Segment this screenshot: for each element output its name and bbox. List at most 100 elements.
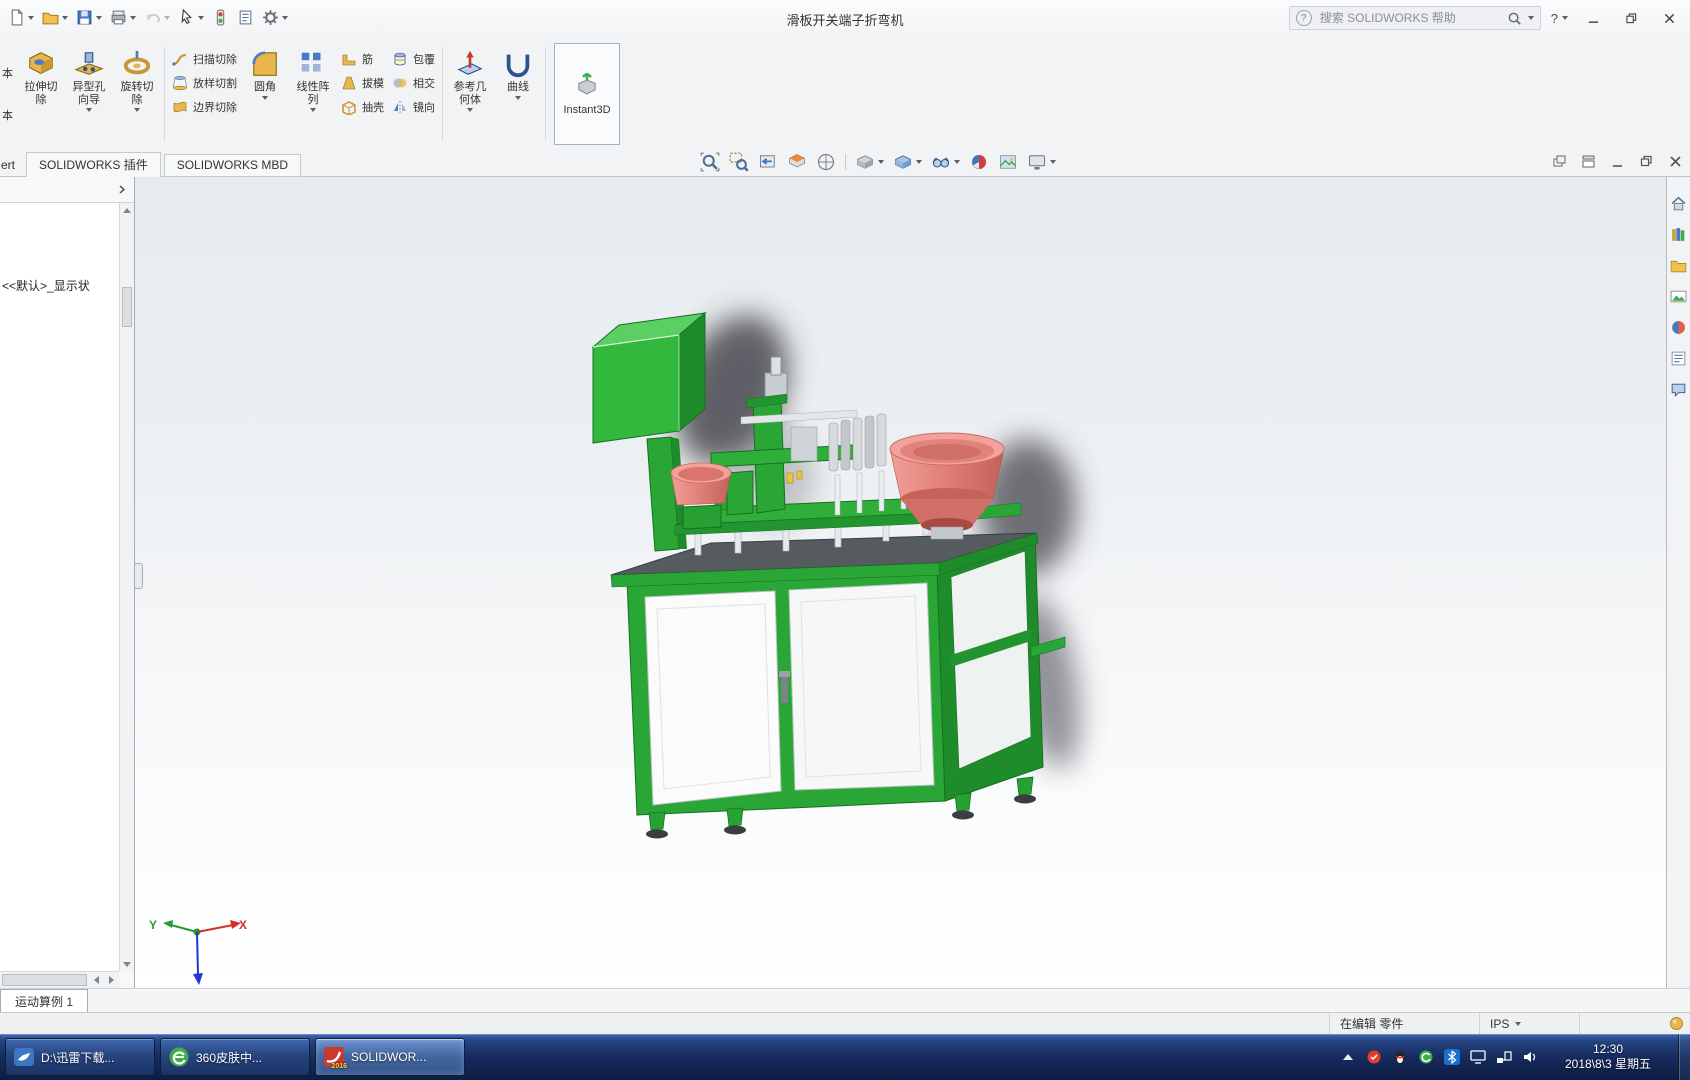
title-bar: 滑板开关端子折弯机 ? ? xyxy=(0,0,1690,38)
doc-restore-button[interactable] xyxy=(1640,155,1653,173)
vertical-scroll-thumb[interactable] xyxy=(122,287,132,327)
scroll-down-arrow[interactable] xyxy=(120,957,134,971)
tab-solidworks-mbd[interactable]: SOLIDWORKS MBD xyxy=(164,154,301,177)
wrap-icon xyxy=(392,51,408,67)
editing-status: 在编辑 零件 xyxy=(1329,1013,1479,1034)
search-icon[interactable] xyxy=(1507,11,1522,26)
mirror-button[interactable]: 镜向 xyxy=(392,99,435,115)
extruded-cut-button[interactable]: 拉伸切除 xyxy=(17,41,65,147)
tab-clipped[interactable]: ert xyxy=(0,155,23,176)
security-tray-icon[interactable] xyxy=(1366,1049,1382,1065)
view-settings-button[interactable] xyxy=(1027,152,1056,172)
forum-icon[interactable] xyxy=(1670,381,1687,398)
save-button[interactable] xyxy=(72,7,106,28)
linear-pattern-button[interactable]: 线性阵列 xyxy=(289,41,337,147)
triad-y-label: Y xyxy=(149,918,157,932)
taskbar-button-solidworks[interactable]: 2016 SOLIDWOR... xyxy=(315,1038,465,1076)
taskbar-button-thunder[interactable]: D:\迅雷下载... xyxy=(5,1038,155,1076)
360-tray-icon[interactable] xyxy=(1418,1049,1434,1065)
main-area: <<默认>_显示状 xyxy=(0,177,1690,988)
view-palette-icon[interactable] xyxy=(1670,288,1687,305)
scroll-up-arrow[interactable] xyxy=(120,203,134,217)
panel-splitter-handle[interactable] xyxy=(135,563,143,589)
minimize-button[interactable] xyxy=(1578,7,1608,29)
rebuild-button[interactable] xyxy=(208,7,233,28)
annotation-views-button[interactable] xyxy=(816,152,836,172)
select-button[interactable] xyxy=(174,7,208,28)
file-properties-button[interactable] xyxy=(233,7,258,28)
expand-panel-button[interactable] xyxy=(115,182,130,197)
display-tray-icon[interactable] xyxy=(1470,1049,1486,1065)
feature-panel-horizontal-scrollbar[interactable] xyxy=(0,971,119,988)
swept-cut-button[interactable]: 扫描切除 xyxy=(172,51,237,67)
rib-button[interactable]: 筋 xyxy=(341,51,384,67)
new-document-button[interactable] xyxy=(4,7,38,28)
scroll-right-arrow[interactable] xyxy=(104,972,119,988)
intersect-button[interactable]: 相交 xyxy=(392,75,435,91)
resources-home-icon[interactable] xyxy=(1670,195,1687,212)
volume-tray-icon[interactable] xyxy=(1522,1049,1538,1065)
reference-geometry-button[interactable]: 参考几何体 xyxy=(446,41,494,147)
zoom-area-button[interactable] xyxy=(729,152,749,172)
print-button[interactable] xyxy=(106,7,140,28)
undo-button[interactable] xyxy=(140,7,174,28)
hide-show-items-button[interactable] xyxy=(931,152,960,172)
feature-tree[interactable]: <<默认>_显示状 xyxy=(0,203,119,971)
appearances-icon[interactable] xyxy=(1670,319,1687,336)
qq-tray-icon[interactable] xyxy=(1392,1049,1408,1065)
graphics-area[interactable]: X Y Z xyxy=(135,177,1666,988)
hole-wizard-button[interactable]: 异型孔向导 xyxy=(65,41,113,147)
previous-view-button[interactable] xyxy=(758,152,778,172)
design-library-icon[interactable] xyxy=(1670,226,1687,243)
quick-tip-icon[interactable] xyxy=(1669,1016,1684,1031)
open-button[interactable] xyxy=(38,7,72,28)
curves-button[interactable]: 曲线 xyxy=(494,41,542,147)
instant3d-toggle[interactable]: Instant3D xyxy=(554,43,620,145)
zoom-fit-button[interactable] xyxy=(700,152,720,172)
network-tray-icon[interactable] xyxy=(1496,1049,1512,1065)
restore-button[interactable] xyxy=(1616,7,1646,29)
machine-model: X Y Z xyxy=(135,177,1666,988)
horizontal-scroll-thumb[interactable] xyxy=(2,974,87,986)
system-tray: 12:30 2018\8\3 星期五 xyxy=(1340,1034,1690,1080)
unit-system[interactable]: IPS xyxy=(1479,1013,1579,1034)
scroll-left-arrow[interactable] xyxy=(89,972,104,988)
doc-cascade-button[interactable] xyxy=(1553,155,1566,173)
close-button[interactable] xyxy=(1654,7,1684,29)
motion-study-tab[interactable]: 运动算例 1 xyxy=(0,989,88,1012)
edit-appearance-button[interactable] xyxy=(969,152,989,172)
wrap-button[interactable]: 包覆 xyxy=(392,51,435,67)
search-scope-caret[interactable] xyxy=(1528,16,1534,20)
lofted-cut-button[interactable]: 放样切割 xyxy=(172,75,237,91)
file-explorer-icon[interactable] xyxy=(1670,257,1687,274)
boundary-cut-icon xyxy=(172,99,188,115)
apply-scene-button[interactable] xyxy=(998,152,1018,172)
search-input[interactable] xyxy=(1318,10,1501,26)
taskbar-button-360[interactable]: 360皮肤中... xyxy=(160,1038,310,1076)
doc-switch-button[interactable] xyxy=(1582,155,1595,173)
display-style-button[interactable] xyxy=(893,152,922,172)
thunder-icon xyxy=(13,1046,35,1068)
shell-button[interactable]: 抽壳 xyxy=(341,99,384,115)
doc-minimize-button[interactable] xyxy=(1611,155,1624,173)
taskbar-clock[interactable]: 12:30 2018\8\3 星期五 xyxy=(1552,1042,1664,1072)
draft-button[interactable]: 拔模 xyxy=(341,75,384,91)
clipped-label-2: 本 xyxy=(2,107,17,123)
feature-panel-vertical-scrollbar[interactable] xyxy=(119,203,134,971)
help-search-box[interactable]: ? xyxy=(1289,6,1541,30)
revolved-cut-button[interactable]: 旋转切除 xyxy=(113,41,161,147)
options-button[interactable] xyxy=(258,7,292,28)
view-orientation-button[interactable] xyxy=(855,152,884,172)
doc-close-button[interactable] xyxy=(1669,155,1682,173)
show-desktop-button[interactable] xyxy=(1678,1034,1690,1080)
tab-solidworks-addins[interactable]: SOLIDWORKS 插件 xyxy=(26,152,161,178)
section-view-button[interactable] xyxy=(787,152,807,172)
help-button[interactable]: ? xyxy=(1549,11,1570,26)
fillet-button[interactable]: 圆角 xyxy=(241,41,289,147)
rib-icon xyxy=(341,51,357,67)
hidden-icons-button[interactable] xyxy=(1340,1049,1356,1065)
bluetooth-tray-icon[interactable] xyxy=(1444,1049,1460,1065)
instant3d-icon xyxy=(574,72,600,98)
boundary-cut-button[interactable]: 边界切除 xyxy=(172,99,237,115)
custom-properties-icon[interactable] xyxy=(1670,350,1687,367)
